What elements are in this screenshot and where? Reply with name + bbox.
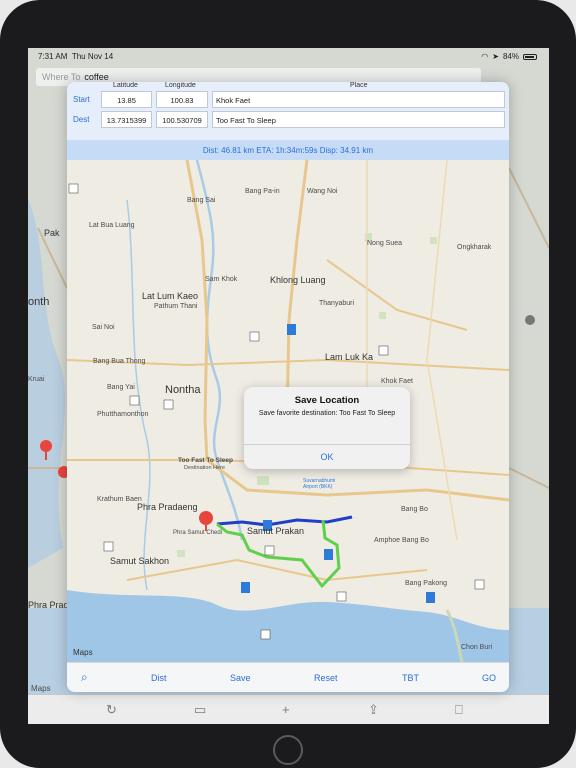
map-label-bang-sai: Bang Sai xyxy=(187,197,216,204)
map-label-samut-sakhon: Samut Sakhon xyxy=(110,556,170,566)
map-label-phutthamonthon: Phutthamonthon xyxy=(97,411,149,418)
background-toolbar: ↻ ▭ + ⇪ ⎕ xyxy=(28,694,549,724)
map-label-sai-noi: Sai Noi xyxy=(92,324,115,331)
save-location-alert: Save Location Save favorite destination:… xyxy=(244,387,410,469)
bg-label-onth: onth xyxy=(28,296,50,308)
alert-message: Save favorite destination: Too Fast To S… xyxy=(258,410,396,417)
map-label-krathum-baen: Krathum Baen xyxy=(97,496,142,503)
map-label-bang-yai: Bang Yai xyxy=(107,384,135,391)
bg-search-placeholder: Where To xyxy=(42,72,81,82)
map-label-pathum-thani: Pathum Thani xyxy=(154,303,198,310)
dest-latitude-field[interactable]: 13.7315399 xyxy=(101,111,152,128)
battery-percent: 84% xyxy=(502,52,519,61)
bg-label-kruai: Kruai xyxy=(28,376,45,383)
go-button[interactable]: GO xyxy=(482,673,496,683)
start-longitude-field[interactable]: 100.83 xyxy=(156,91,208,108)
header-place: Place xyxy=(350,82,368,89)
map-label-amphoe-bang-bo: Amphoe Bang Bo xyxy=(374,537,429,544)
map-label-wang-noi: Wang Noi xyxy=(307,188,338,195)
plus-icon[interactable]: + xyxy=(282,702,290,717)
map-label-nong-suea: Nong Suea xyxy=(367,240,403,247)
route-sheet: Latitude Longitude Place Start 13.85 100… xyxy=(67,82,509,692)
map-label-nontha: Nontha xyxy=(165,384,201,396)
start-latitude-field[interactable]: 13.85 xyxy=(101,91,152,108)
bg-label-pak: Pak xyxy=(44,228,60,238)
route-info-bar: Dist: 46.81 km ETA: 1h:34m:59s Disp: 34.… xyxy=(67,140,509,160)
map-label-lat-bua-luang: Lat Bua Luang xyxy=(89,222,135,229)
header-longitude: Longitude xyxy=(165,82,196,89)
map-label-phra-samut-chedi: Phra Samut Chedi xyxy=(173,530,223,536)
location-dot xyxy=(525,315,535,325)
map-label-bang-bo: Bang Bo xyxy=(401,506,428,513)
apple-maps-logo: Maps xyxy=(73,648,93,657)
wifi-icon: ◠ xyxy=(481,52,489,61)
alert-ok-button[interactable]: OK xyxy=(244,445,410,469)
map-label-bang-bua-thong: Bang Bua Thong xyxy=(93,358,146,365)
dest-label: Dest xyxy=(73,115,90,124)
tbt-button[interactable]: TBT xyxy=(402,673,419,683)
map-label-khok-faet: Khok Faet xyxy=(381,378,413,385)
dest-place-field[interactable]: Too Fast To Sleep xyxy=(212,111,505,128)
map-label-destination-here: Destination Here xyxy=(184,465,225,471)
dest-longitude-field[interactable]: 100.530709 xyxy=(156,111,208,128)
share-icon[interactable]: ⇪ xyxy=(368,702,379,718)
refresh-icon[interactable]: ↻ xyxy=(106,702,117,718)
map-label-thanyaburi: Thanyaburi xyxy=(319,300,355,307)
map-label-chon-buri: Chon Buri xyxy=(461,644,493,651)
reset-button[interactable]: Reset xyxy=(314,673,338,683)
status-time: 7:31 AM Thu Nov 14 xyxy=(38,52,114,61)
book-icon[interactable]: ⎕ xyxy=(455,702,463,718)
ipad-frame: Pak onth Kruai Phra Prada Maps 7:31 AM T… xyxy=(0,0,576,768)
map-label-phra-pradaeng: Phra Pradaeng xyxy=(137,502,198,512)
start-place-field[interactable]: Khok Faet xyxy=(212,91,505,108)
save-button[interactable]: Save xyxy=(230,673,251,683)
map-label-khlong-luang: Khlong Luang xyxy=(270,275,326,285)
bottom-tab-bar: ⌕ Dist Save Reset TBT GO xyxy=(67,662,509,692)
status-bar: 7:31 AM Thu Nov 14 ◠ ➤ 84% xyxy=(28,48,549,64)
map-label-samut-prakan: Samut Prakan xyxy=(247,526,305,536)
map-label-lat-lum-kaeo: Lat Lum Kaeo xyxy=(142,291,199,301)
coordinates-form: Latitude Longitude Place Start 13.85 100… xyxy=(67,82,509,160)
dist-button[interactable]: Dist xyxy=(151,673,167,683)
bg-search-query: coffee xyxy=(84,72,109,82)
map-label-suvarnabhumi: Suvarnabhumi Airport (BKK) xyxy=(303,478,336,490)
start-label: Start xyxy=(73,95,90,104)
map-label-too-fast-to-sleep: Too Fast To Sleep xyxy=(178,457,234,464)
alert-title: Save Location xyxy=(294,395,360,406)
home-button[interactable] xyxy=(273,735,303,765)
bg-maps-logo: Maps xyxy=(31,684,51,693)
battery-icon xyxy=(523,53,537,60)
screen: Pak onth Kruai Phra Prada Maps 7:31 AM T… xyxy=(28,48,549,724)
map-label-lam-luk-ka: Lam Luk Ka xyxy=(325,352,374,362)
header-latitude: Latitude xyxy=(113,82,138,89)
search-icon[interactable]: ⌕ xyxy=(81,670,88,685)
map-label-bang-pa-in: Bang Pa-in xyxy=(245,188,280,195)
status-right: ◠ ➤ 84% xyxy=(481,52,537,61)
map-label-sam-khok: Sam Khok xyxy=(205,276,238,283)
map-label-ongkharak: Ongkharak xyxy=(457,244,492,251)
map-label-bang-pakong: Bang Pakong xyxy=(405,580,448,587)
location-arrow-icon: ➤ xyxy=(492,52,499,61)
folder-icon[interactable]: ▭ xyxy=(194,702,206,718)
